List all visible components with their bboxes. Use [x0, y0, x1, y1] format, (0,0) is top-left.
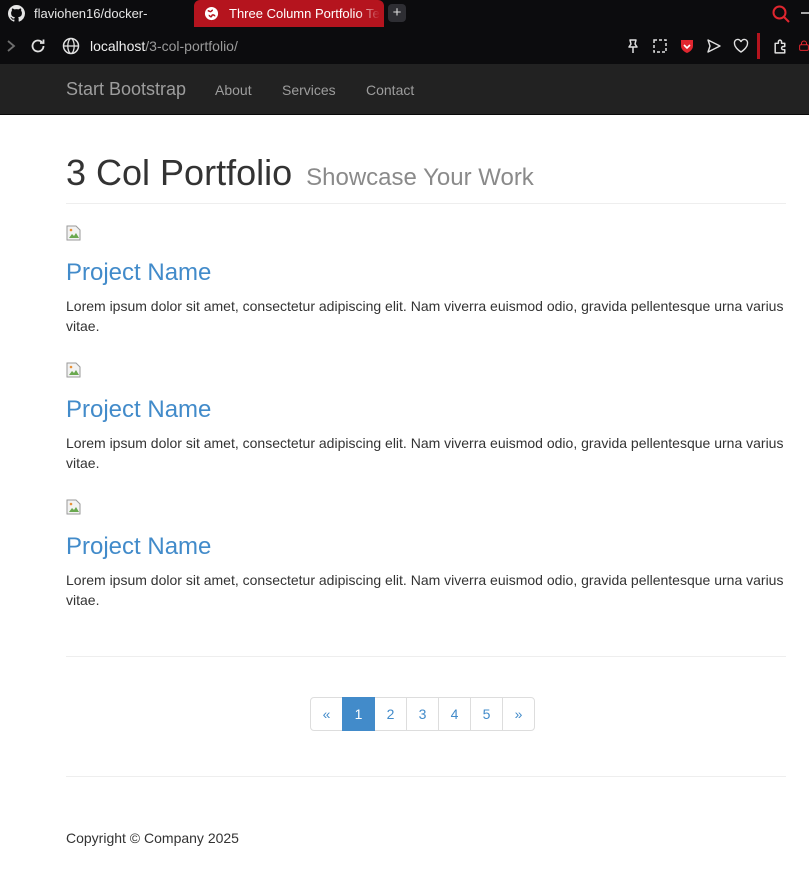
nav-link-contact[interactable]: Contact	[366, 81, 414, 99]
browser-tab-github[interactable]: flaviohen16/docker-	[0, 0, 190, 27]
reload-icon[interactable]	[29, 37, 47, 55]
extensions-icon[interactable]	[771, 37, 789, 55]
project-description: Lorem ipsum dolor sit amet, consectetur …	[66, 435, 784, 471]
pin-icon[interactable]	[624, 37, 642, 55]
project-title-link[interactable]: Project Name	[66, 532, 211, 562]
window-control-icon[interactable]	[800, 6, 809, 20]
project-title-link[interactable]: Project Name	[66, 258, 211, 288]
send-icon[interactable]	[705, 37, 723, 55]
portfolio-item: Project Name Lorem ipsum dolor sit amet,…	[66, 225, 786, 334]
browser-tab-label: flaviohen16/docker-	[34, 6, 148, 21]
browser-tab-label: Three Column Portfolio Te	[229, 6, 380, 21]
shield-icon[interactable]	[678, 37, 696, 55]
heart-icon[interactable]	[732, 37, 750, 55]
profile-icon[interactable]	[799, 37, 809, 55]
pagination-page-2[interactable]: 2	[374, 697, 407, 731]
pagination-next[interactable]: »	[502, 697, 535, 731]
pagination-page-4[interactable]: 4	[438, 697, 471, 731]
divider	[66, 776, 786, 777]
page-subtitle: Showcase Your Work	[306, 164, 534, 191]
pagination-page-1[interactable]: 1	[342, 697, 375, 731]
new-tab-button[interactable]: +	[388, 4, 406, 22]
forward-icon[interactable]	[5, 38, 17, 54]
page-title-text: 3 Col Portfolio	[66, 152, 293, 193]
url-path: /3-col-portfolio/	[145, 38, 238, 54]
url-field[interactable]: localhost/3-col-portfolio/	[90, 37, 238, 55]
broken-image-icon[interactable]	[66, 362, 82, 378]
footer-copyright: Copyright © Company 2025	[66, 830, 239, 846]
site-info-icon[interactable]	[62, 37, 80, 55]
pagination-page-5[interactable]: 5	[470, 697, 503, 731]
browser-tab-active[interactable]: Three Column Portfolio Te	[194, 0, 384, 27]
navbar-brand[interactable]: Start Bootstrap	[66, 79, 186, 99]
divider	[66, 656, 786, 657]
pagination-prev[interactable]: «	[310, 697, 343, 731]
broken-image-icon[interactable]	[66, 499, 82, 515]
search-tabs-icon[interactable]	[771, 4, 791, 24]
url-host: localhost	[90, 38, 146, 54]
project-description: Lorem ipsum dolor sit amet, consectetur …	[66, 298, 784, 334]
nav-link-services[interactable]: Services	[282, 81, 336, 99]
page-header: 3 Col Portfolio Showcase Your Work	[66, 153, 786, 204]
project-description: Lorem ipsum dolor sit amet, consectetur …	[66, 572, 784, 608]
site-navbar: Start Bootstrap About Services Contact	[0, 64, 809, 115]
project-title-link[interactable]: Project Name	[66, 395, 211, 425]
nav-link-about[interactable]: About	[215, 81, 252, 99]
github-icon	[8, 5, 25, 22]
toolbar-divider	[757, 33, 760, 59]
globe-icon	[203, 5, 220, 22]
browser-address-bar: localhost/3-col-portfolio/	[0, 28, 809, 64]
portfolio-item: Project Name Lorem ipsum dolor sit amet,…	[66, 499, 786, 608]
portfolio-item: Project Name Lorem ipsum dolor sit amet,…	[66, 362, 786, 471]
screenshot-icon[interactable]	[651, 37, 669, 55]
browser-tab-bar: flaviohen16/docker- Three Column Portfol…	[0, 0, 809, 28]
pagination-page-3[interactable]: 3	[406, 697, 439, 731]
pagination: « 1 2 3 4 5 »	[310, 697, 535, 731]
page-title: 3 Col Portfolio Showcase Your Work	[66, 153, 786, 198]
broken-image-icon[interactable]	[66, 225, 82, 241]
